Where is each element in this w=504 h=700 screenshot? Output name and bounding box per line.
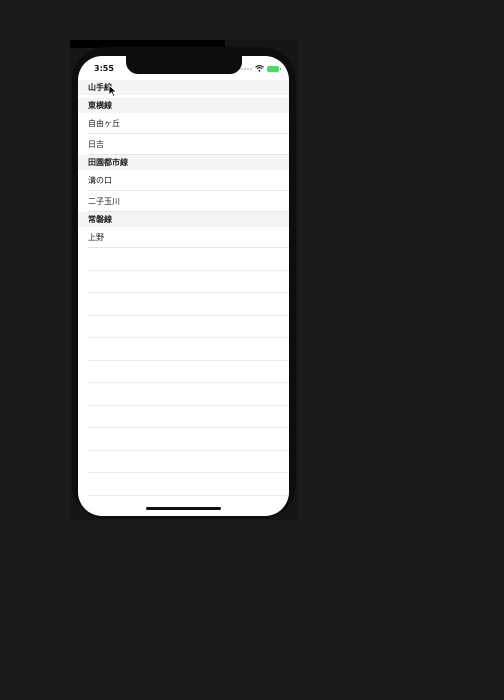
home-indicator[interactable] <box>146 507 221 510</box>
empty-row <box>78 293 289 316</box>
section-header-joban: 常磐線 <box>78 212 289 227</box>
cellular-signal-icon <box>241 67 252 70</box>
battery-icon <box>267 65 281 72</box>
section-header-denentoshi: 田園都市線 <box>78 155 289 170</box>
station-table-view[interactable]: 山手線 東横線 自由ヶ丘 日吉 田園都市線 溝の口 二子玉川 常磐線 上野 <box>78 80 289 496</box>
device-notch <box>126 56 242 74</box>
empty-row <box>78 338 289 361</box>
list-item-hiyoshi[interactable]: 日吉 <box>78 134 289 155</box>
empty-row <box>78 383 289 406</box>
empty-row <box>78 248 289 271</box>
empty-row <box>78 316 289 339</box>
list-item-ueno[interactable]: 上野 <box>78 227 289 248</box>
empty-row <box>78 451 289 474</box>
wifi-icon <box>255 65 264 72</box>
mouse-pointer-icon <box>108 84 118 98</box>
empty-row <box>78 361 289 384</box>
list-item-futakotamagawa[interactable]: 二子玉川 <box>78 191 289 212</box>
empty-row <box>78 428 289 451</box>
section-header-toyoko: 東横線 <box>78 98 289 113</box>
list-item-jiyugaoka[interactable]: 自由ヶ丘 <box>78 113 289 134</box>
empty-row <box>78 271 289 294</box>
empty-row <box>78 473 289 496</box>
list-item-mizonokuchi[interactable]: 溝の口 <box>78 170 289 191</box>
empty-row <box>78 406 289 429</box>
status-bar-indicators <box>241 65 281 72</box>
status-bar-time: 3:55 <box>94 64 114 73</box>
iphone-screen: 3:55 山手線 東横線 自由ヶ丘 日吉 田園都市線 溝の口 二子玉川 常磐線 … <box>78 56 289 516</box>
